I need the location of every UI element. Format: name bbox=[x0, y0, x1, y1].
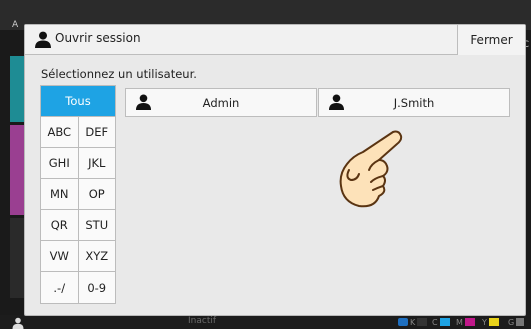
user-button-admin[interactable]: Admin bbox=[125, 88, 317, 117]
status-text: Inactif bbox=[188, 316, 217, 326]
filter-row: QR STU bbox=[41, 210, 115, 241]
ink-indicator-k: K bbox=[398, 317, 428, 327]
home-corner-label-left: A bbox=[12, 20, 19, 30]
instruction-text: Sélectionnez un utilisateur. bbox=[41, 67, 197, 81]
user-name: Admin bbox=[202, 95, 240, 110]
login-dialog: Ouvrir session Fermer Sélectionnez un ut… bbox=[24, 24, 526, 316]
pointing-hand-icon bbox=[339, 130, 403, 208]
ink-indicator-c: C bbox=[432, 317, 450, 327]
filter-row: GHI JKL bbox=[41, 148, 115, 179]
filter-row: .-/ 0-9 bbox=[41, 272, 115, 303]
filter-button[interactable]: MN bbox=[41, 179, 78, 209]
filter-button[interactable]: STU bbox=[77, 210, 115, 240]
user-icon[interactable] bbox=[12, 317, 24, 329]
filter-row: ABC DEF bbox=[41, 117, 115, 148]
filter-button[interactable]: VW bbox=[41, 241, 78, 271]
dialog-title: Ouvrir session bbox=[55, 31, 141, 45]
filter-keypad: Tous ABC DEF GHI JKL MN OP QR STU VW XYZ… bbox=[40, 85, 116, 304]
status-bar: Inactif K C M Y G bbox=[0, 315, 531, 329]
user-icon bbox=[136, 94, 151, 110]
dialog-titlebar: Ouvrir session Fermer bbox=[25, 25, 525, 55]
ink-indicator-y: Y bbox=[482, 317, 499, 327]
filter-button[interactable]: ABC bbox=[41, 117, 78, 147]
user-icon bbox=[329, 94, 344, 110]
filter-button[interactable]: 0-9 bbox=[77, 272, 115, 303]
close-button[interactable]: Fermer bbox=[457, 25, 525, 55]
filter-button[interactable]: JKL bbox=[77, 148, 115, 178]
filter-all-button[interactable]: Tous bbox=[41, 86, 115, 117]
user-name: J.Smith bbox=[393, 95, 435, 110]
filter-button[interactable]: DEF bbox=[77, 117, 115, 147]
filter-row: MN OP bbox=[41, 179, 115, 210]
filter-button[interactable]: GHI bbox=[41, 148, 78, 178]
filter-row: VW XYZ bbox=[41, 241, 115, 272]
user-icon bbox=[35, 31, 51, 48]
filter-button[interactable]: OP bbox=[77, 179, 115, 209]
ink-drop-icon bbox=[398, 318, 408, 326]
user-button-jsmith[interactable]: J.Smith bbox=[318, 88, 510, 117]
filter-button[interactable]: XYZ bbox=[77, 241, 115, 271]
filter-button[interactable]: QR bbox=[41, 210, 78, 240]
filter-button[interactable]: .-/ bbox=[41, 272, 78, 303]
ink-indicator-m: M bbox=[456, 317, 475, 327]
ink-indicator-g: G bbox=[508, 317, 525, 327]
